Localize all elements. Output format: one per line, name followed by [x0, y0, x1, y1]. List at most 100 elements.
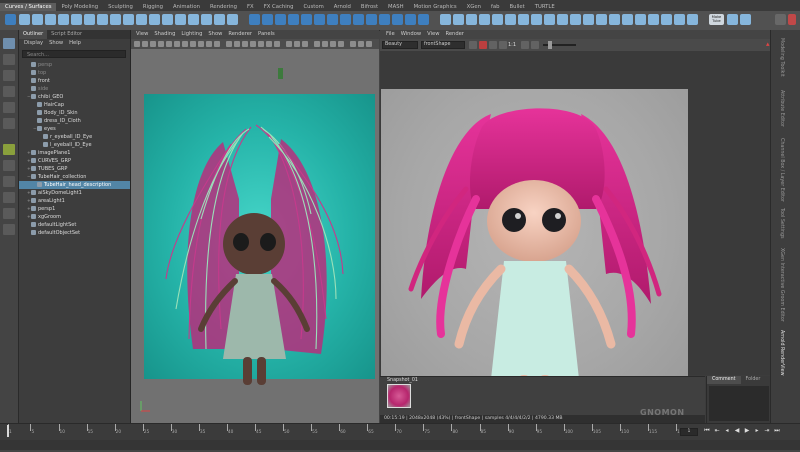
resolution-gate-icon[interactable]	[182, 41, 188, 47]
insert-isoparm-icon[interactable]	[544, 14, 555, 25]
side-tab-tool-settings[interactable]: Tool Settings	[779, 208, 784, 239]
wireframe-icon[interactable]	[226, 41, 232, 47]
trim-tool-icon[interactable]	[466, 14, 477, 25]
rebuild-curve-icon[interactable]	[175, 14, 186, 25]
film-gate-icon[interactable]	[174, 41, 180, 47]
render-image-area[interactable]	[380, 51, 770, 397]
nurbs-to-polygons-icon[interactable]	[635, 14, 646, 25]
color-management-icon[interactable]	[366, 41, 372, 47]
stop-render-icon[interactable]	[479, 41, 487, 49]
cv-curve-icon[interactable]	[45, 14, 56, 25]
offset-curve-icon[interactable]	[188, 14, 199, 25]
attach-surfaces-icon[interactable]	[492, 14, 503, 25]
tab-folder[interactable]: Folder	[741, 376, 766, 384]
shelf-gear-icon[interactable]	[775, 14, 786, 25]
viewport-menu-shading[interactable]: Shading	[154, 30, 175, 39]
lasso-tool-icon[interactable]	[3, 54, 15, 65]
motion-blur-icon[interactable]	[294, 41, 300, 47]
shelf-tab-curves-surfaces[interactable]: Curves / Surfaces	[0, 3, 57, 11]
square-surface-icon[interactable]	[405, 14, 416, 25]
four-view-layout-icon[interactable]	[3, 176, 15, 187]
curve-to-tube-icon[interactable]	[648, 14, 659, 25]
camera-dropdown[interactable]: frontShape	[421, 41, 465, 49]
shelf-tab-bifrost[interactable]: Bifrost	[356, 3, 383, 11]
comment-text-area[interactable]	[709, 386, 769, 421]
shelf-tab-fab[interactable]: fab	[486, 3, 504, 11]
outliner-item[interactable]: r_eyeball_ID_Eye	[19, 133, 130, 141]
current-time-indicator[interactable]	[7, 425, 9, 437]
surface-edit-icon[interactable]	[622, 14, 633, 25]
paint-select-icon[interactable]	[3, 70, 15, 81]
project-curve-icon[interactable]	[440, 14, 451, 25]
shelf-tab-arnold[interactable]: Arnold	[329, 3, 356, 11]
detach-surfaces-icon[interactable]	[505, 14, 516, 25]
outliner-item[interactable]: defaultObjectSet	[19, 229, 130, 237]
shelf-menu-icon[interactable]	[5, 14, 16, 25]
align-surfaces-icon[interactable]	[518, 14, 529, 25]
outliner-item[interactable]: l_eyeball_ID_Eye	[19, 141, 130, 149]
outliner-item[interactable]: + xgGroom	[19, 213, 130, 221]
reverse-curve-icon[interactable]	[201, 14, 212, 25]
bevel-plus-icon[interactable]	[418, 14, 429, 25]
revolve-icon[interactable]	[327, 14, 338, 25]
default-material-icon[interactable]	[242, 41, 248, 47]
tab-script-editor[interactable]: Script Editor	[47, 30, 86, 39]
outliner-item[interactable]: front	[19, 77, 130, 85]
aov-dropdown[interactable]: Beauty	[382, 41, 418, 49]
outliner-item[interactable]: − TubeHair_collection	[19, 173, 130, 181]
move-tool-icon[interactable]	[3, 86, 15, 97]
step-forward-frame-icon[interactable]: ▸	[753, 427, 761, 435]
step-forward-key-icon[interactable]: ⇥	[763, 427, 771, 435]
shadows-icon[interactable]	[274, 41, 280, 47]
nurbs-sphere-icon[interactable]	[249, 14, 260, 25]
extend-surface-icon[interactable]	[557, 14, 568, 25]
screen-space-ao-icon[interactable]	[286, 41, 292, 47]
loft-icon[interactable]	[340, 14, 351, 25]
play-forwards-icon[interactable]: ▶	[743, 427, 751, 435]
side-tab-arnold-renderview[interactable]: Arnold RenderView	[779, 330, 784, 376]
crop-region-icon[interactable]	[489, 41, 497, 49]
outliner-item[interactable]: TubeHair_head_description	[19, 181, 130, 189]
smooth-shade-icon[interactable]	[234, 41, 240, 47]
snapshot-icon[interactable]	[499, 41, 507, 49]
bookmark-icon[interactable]	[150, 41, 156, 47]
outliner-item[interactable]: − chibi_GEO	[19, 93, 130, 101]
shelf-tab-fx-caching[interactable]: FX Caching	[259, 3, 299, 11]
shelf-tab-bullet[interactable]: Bullet	[504, 3, 529, 11]
gate-mask-icon[interactable]	[190, 41, 196, 47]
xray-joints-icon[interactable]	[330, 41, 336, 47]
insert-knot-icon[interactable]	[162, 14, 173, 25]
render-head[interactable]	[487, 180, 581, 262]
tab-outliner[interactable]: Outliner	[19, 30, 48, 39]
outliner-item[interactable]: top	[19, 69, 130, 77]
isolate-select-icon[interactable]	[314, 41, 320, 47]
open-close-curve-icon[interactable]	[149, 14, 160, 25]
tube-settings-icon[interactable]	[661, 14, 672, 25]
shelf-tab-rendering[interactable]: Rendering	[205, 3, 242, 11]
circle-curve-icon[interactable]	[19, 14, 30, 25]
viewport-menu-panels[interactable]: Panels	[258, 30, 275, 39]
viewport-menu-lighting[interactable]: Lighting	[181, 30, 202, 39]
viewport-scene[interactable]	[131, 49, 379, 423]
image-plane-icon[interactable]	[158, 41, 164, 47]
intersect-surfaces-icon[interactable]	[453, 14, 464, 25]
select-tool-icon[interactable]	[3, 38, 15, 49]
render-dress[interactable]	[491, 261, 579, 379]
single-view-layout-icon[interactable]	[3, 160, 15, 171]
birail-icon[interactable]	[379, 14, 390, 25]
outliner-item[interactable]: + aiSkyDomeLight1	[19, 189, 130, 197]
stacked-layout-icon[interactable]	[3, 208, 15, 219]
side-tab-channel-box[interactable]: Channel Box / Layer Editor	[779, 138, 784, 202]
xray-icon[interactable]	[322, 41, 328, 47]
scale-tool-icon[interactable]	[3, 118, 15, 129]
range-slider[interactable]	[0, 440, 800, 450]
outliner-item[interactable]: defaultLightSet	[19, 221, 130, 229]
render-icon[interactable]	[469, 41, 477, 49]
shelf-close-icon[interactable]	[788, 14, 796, 25]
render-menu-window[interactable]: Window	[401, 30, 421, 39]
fillet-curve-icon[interactable]	[214, 14, 225, 25]
nurbs-cube-icon[interactable]	[262, 14, 273, 25]
outliner-item[interactable]: Body_ID_Skin	[19, 109, 130, 117]
outliner-item[interactable]: persp	[19, 61, 130, 69]
nurbs-torus-icon[interactable]	[314, 14, 325, 25]
